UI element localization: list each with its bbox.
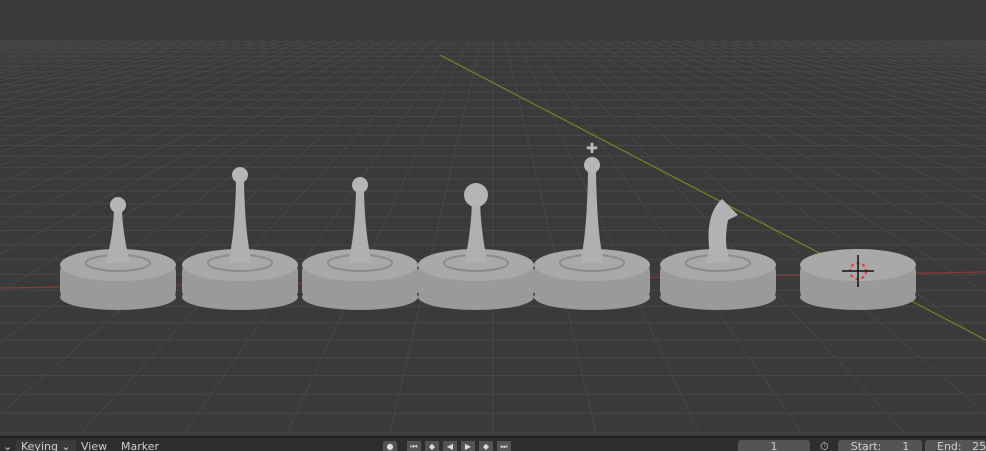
keying-label: Keying bbox=[21, 440, 58, 451]
chess-piece-queen bbox=[182, 167, 298, 310]
start-frame-field[interactable]: Start: 1 bbox=[838, 440, 922, 451]
prev-keyframe-icon[interactable]: ◆ bbox=[425, 441, 439, 451]
stopwatch-icon[interactable]: ⏱ bbox=[820, 440, 829, 451]
start-label: Start: bbox=[850, 440, 882, 451]
editor-type-dropdown[interactable]: ⌄ bbox=[3, 440, 12, 451]
3d-viewport[interactable]: ✚ bbox=[0, 0, 986, 436]
chess-piece-king: ✚ bbox=[534, 141, 650, 310]
scene-canvas[interactable]: ✚ bbox=[0, 0, 986, 436]
view-menu[interactable]: View bbox=[81, 440, 107, 451]
end-value: 25 bbox=[972, 440, 986, 451]
timeline-header: ⌄ Keying ⌄ View Marker ● ⏮ ◆ ◀ ▶ ◆ ⏭ 1 ⏱… bbox=[0, 436, 986, 451]
jump-start-icon[interactable]: ⏮ bbox=[407, 441, 421, 451]
current-frame-field[interactable]: 1 bbox=[738, 440, 810, 451]
jump-end-icon[interactable]: ⏭ bbox=[497, 441, 511, 451]
chess-piece-knight bbox=[660, 199, 776, 310]
end-frame-field[interactable]: End: 25 bbox=[925, 440, 986, 451]
keying-menu[interactable]: Keying ⌄ bbox=[16, 440, 76, 451]
chess-piece-pawn bbox=[60, 197, 176, 310]
end-label: End: bbox=[937, 440, 962, 451]
chevron-down-icon: ⌄ bbox=[61, 440, 71, 451]
marker-menu[interactable]: Marker bbox=[121, 440, 159, 451]
play-reverse-icon[interactable]: ◀ bbox=[443, 441, 457, 451]
chess-piece-rook bbox=[418, 183, 534, 310]
svg-text:✚: ✚ bbox=[586, 141, 598, 157]
start-value: 1 bbox=[902, 440, 910, 451]
record-icon[interactable]: ● bbox=[383, 441, 397, 451]
next-keyframe-icon[interactable]: ◆ bbox=[479, 441, 493, 451]
play-icon[interactable]: ▶ bbox=[461, 441, 475, 451]
chess-piece-bishop bbox=[302, 177, 418, 310]
